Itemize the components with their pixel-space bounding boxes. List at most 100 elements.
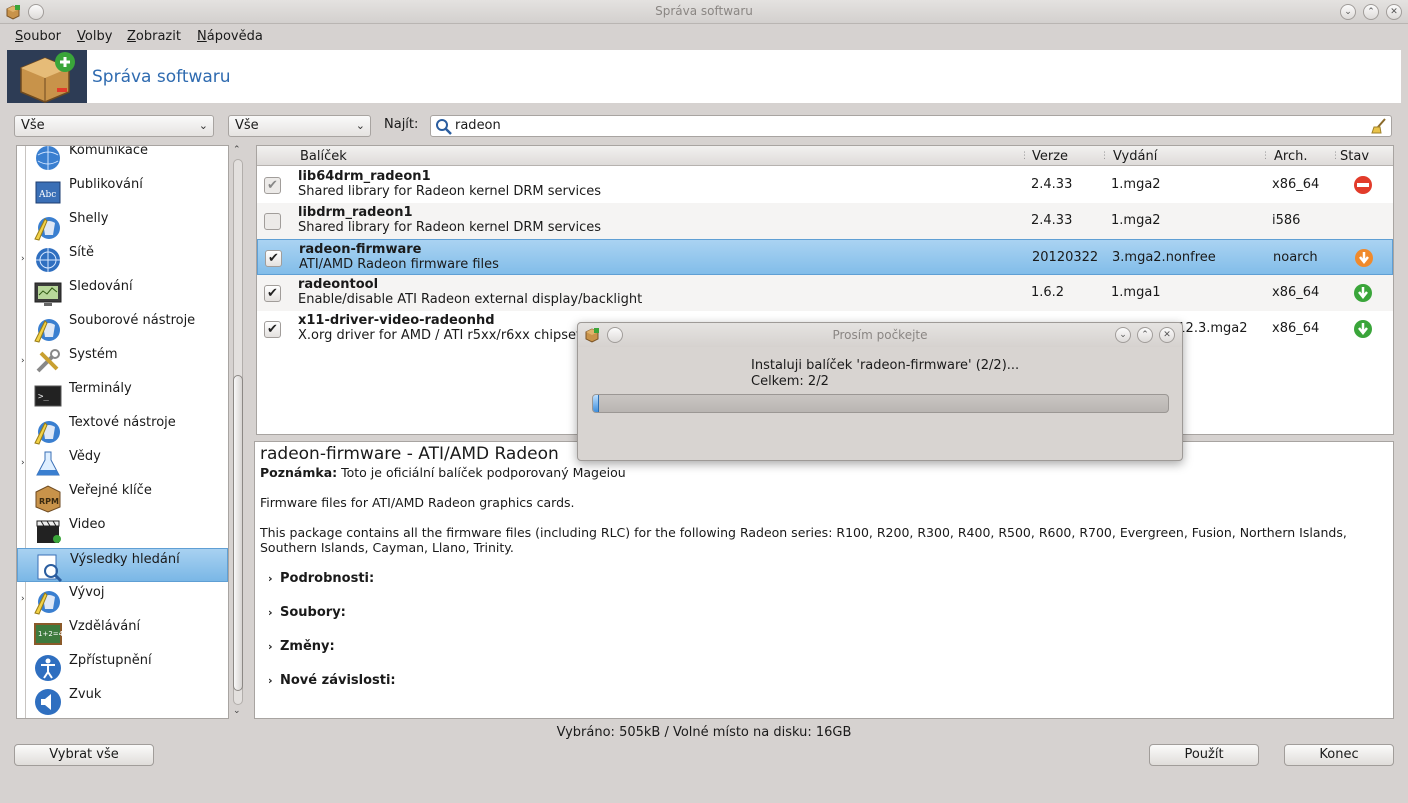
minimize-button[interactable]: ⌄ [1340, 4, 1356, 20]
category-label: Zpřístupnění [69, 653, 152, 668]
dialog-message: Instaluji balíček 'radeon-firmware' (2/2… [751, 358, 1020, 373]
maximize-button[interactable]: ⌃ [1363, 4, 1379, 20]
col-arch[interactable]: Arch. [1274, 149, 1307, 164]
gnome-icon [34, 217, 60, 241]
category-item[interactable]: › Systém [17, 344, 228, 378]
menu-soubor[interactable]: Soubor [15, 29, 61, 44]
category-item[interactable]: 1+2=4 Vzdělávání [17, 616, 228, 650]
table-row[interactable]: libdrm_radeon1 Shared library for Radeon … [257, 203, 1393, 239]
menu-volby[interactable]: Volby [77, 29, 112, 44]
dialog-total: Celkem: 2/2 [751, 374, 829, 389]
note-label: Poznámka: [260, 465, 338, 480]
category-item[interactable]: RPM Veřejné klíče [17, 480, 228, 514]
category-item[interactable]: Textové nástroje [17, 412, 228, 446]
category-item[interactable]: Souborové nástroje [17, 310, 228, 344]
package-checkbox[interactable]: ✔ [264, 321, 281, 338]
apply-button[interactable]: Použít [1149, 744, 1259, 766]
tree-expand-icon[interactable]: › [21, 254, 25, 264]
install-progress-bar [592, 394, 1169, 413]
package-name: lib64drm_radeon1 [298, 169, 431, 184]
section-soubory[interactable]: › Soubory: [268, 605, 346, 620]
scroll-down-icon[interactable]: ⌄ [233, 706, 241, 716]
note-text: Toto je oficiální balíček podporovaný Ma… [341, 465, 626, 480]
chevron-down-icon: ⌄ [355, 119, 365, 132]
category-item[interactable]: >_ Terminály [17, 378, 228, 412]
window-titlebar[interactable]: Správa softwaru ⌄ ⌃ ✕ [0, 0, 1408, 24]
dialog-title: Prosím počkejte [832, 328, 928, 342]
globe-icon [36, 146, 60, 170]
table-row[interactable]: ✔ radeon-firmware ATI/AMD Radeon firmware … [257, 239, 1393, 275]
category-scrollbar[interactable]: ⌃ ⌄ [231, 145, 245, 719]
close-button[interactable]: ✕ [1386, 4, 1402, 20]
package-checkbox[interactable]: ✔ [264, 285, 281, 302]
package-name: x11-driver-video-radeonhd [298, 313, 495, 328]
package-arch: x86_64 [1272, 177, 1320, 192]
category-list[interactable]: Komunikace Abc Publikování Shelly › Sítě Sledo… [16, 145, 229, 719]
category-item[interactable]: › Sítě [17, 242, 228, 276]
expand-arrow-icon: › [268, 640, 273, 653]
install-icon [1355, 249, 1373, 267]
details-summary: Firmware files for ATI/AMD Radeon graphi… [260, 495, 575, 510]
clear-broom-icon[interactable] [1371, 118, 1387, 134]
category-label: Komunikace [69, 145, 148, 158]
category-item[interactable]: Zpřístupnění [17, 650, 228, 684]
type-filter-combo[interactable]: Vše ⌄ [228, 115, 371, 137]
col-release[interactable]: Vydání [1113, 149, 1157, 164]
section-nove-zavislosti[interactable]: › Nové závislosti: [268, 673, 396, 688]
package-description: Enable/disable ATI Radeon external displ… [298, 292, 643, 307]
category-item[interactable]: Shelly [17, 208, 228, 242]
category-label: Shelly [69, 211, 109, 226]
progress-dialog: Prosím počkejte ⌄ ⌃ ✕ Instaluji balíček … [577, 322, 1183, 461]
col-status[interactable]: Stav [1340, 149, 1369, 164]
menu-napoveda[interactable]: Nápověda [197, 29, 263, 44]
category-filter-value: Vše [21, 118, 45, 133]
dialog-titlebar[interactable]: Prosím počkejte ⌄ ⌃ ✕ [578, 323, 1182, 347]
banner-title: Správa softwaru [92, 67, 231, 87]
package-checkbox[interactable]: ✔ [264, 177, 281, 194]
package-checkbox[interactable]: ✔ [265, 250, 282, 267]
category-filter-combo[interactable]: Vše ⌄ [14, 115, 214, 137]
col-version[interactable]: Verze [1032, 149, 1068, 164]
category-label: Vývoj [69, 585, 105, 600]
category-label: Souborové nástroje [69, 313, 196, 328]
package-checkbox[interactable] [264, 213, 281, 230]
category-item[interactable]: Abc Publikování [17, 174, 228, 208]
network-globe-icon [36, 248, 60, 272]
select-all-button[interactable]: Vybrat vše [14, 744, 154, 766]
scroll-thumb[interactable] [233, 375, 243, 691]
package-version: 2.4.33 [1031, 177, 1073, 192]
menu-zobrazit[interactable]: Zobrazit [127, 29, 181, 44]
dialog-minimize-button[interactable]: ⌄ [1115, 327, 1131, 343]
table-header: Balíček ⋮ Verze ⋮ Vydání ⋮ Arch. ⋮ Stav [257, 146, 1393, 166]
dialog-maximize-button[interactable]: ⌃ [1137, 327, 1153, 343]
category-label: Vědy [69, 449, 101, 464]
tree-expand-icon[interactable]: › [21, 356, 25, 366]
col-package[interactable]: Balíček [300, 149, 347, 164]
category-item[interactable]: Komunikace [17, 145, 228, 174]
category-item[interactable]: Video [17, 514, 228, 548]
scroll-up-icon[interactable]: ⌃ [233, 145, 241, 155]
category-item[interactable]: › Vědy [17, 446, 228, 480]
table-row[interactable]: ✔ radeontool Enable/disable ATI Radeon ext… [257, 275, 1393, 311]
dialog-close-button[interactable]: ✕ [1159, 327, 1175, 343]
search-input[interactable]: radeon [430, 115, 1392, 137]
category-item[interactable]: › Vývoj [17, 582, 228, 616]
package-name: libdrm_radeon1 [298, 205, 413, 220]
package-version: 2.4.33 [1031, 213, 1073, 228]
table-row[interactable]: ✔ lib64drm_radeon1 Shared library for Rade… [257, 167, 1393, 203]
section-label: Změny: [280, 639, 335, 654]
section-zmeny[interactable]: › Změny: [268, 639, 335, 654]
details-title: radeon-firmware - ATI/AMD Radeon [260, 444, 559, 464]
category-item[interactable]: Sledování [17, 276, 228, 310]
category-item[interactable]: Výsledky hledání [17, 548, 228, 582]
category-label: Sledování [69, 279, 133, 294]
section-podrobnosti[interactable]: › Podrobnosti: [268, 571, 374, 586]
section-label: Soubory: [280, 605, 346, 620]
quit-button[interactable]: Konec [1284, 744, 1394, 766]
col-separator: ⋮ [1100, 151, 1109, 161]
tree-expand-icon[interactable]: › [21, 594, 25, 604]
tree-expand-icon[interactable]: › [21, 458, 25, 468]
menu-bar: Soubor Volby Zobrazit Nápověda [0, 25, 1408, 49]
category-item[interactable]: Zvuk [17, 684, 228, 718]
category-label: Zvuk [69, 687, 102, 702]
